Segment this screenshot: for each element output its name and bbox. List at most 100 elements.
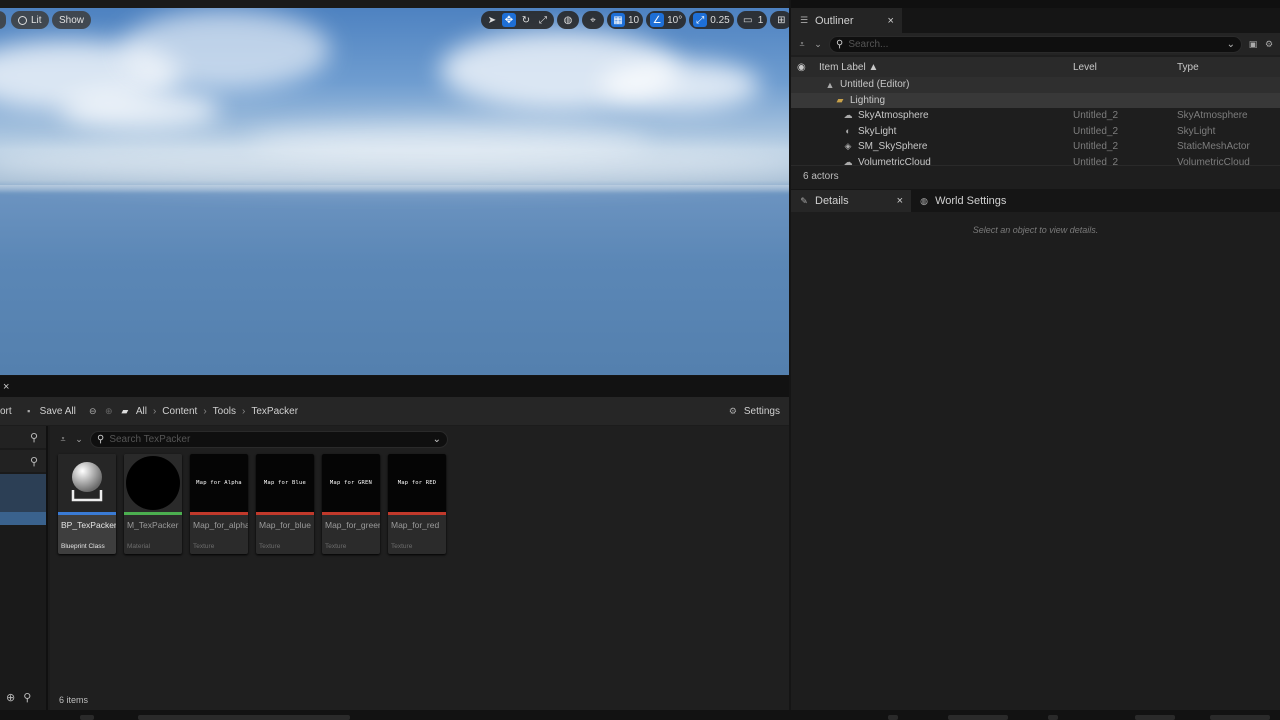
scale-snap-icon: ⤢ <box>693 13 708 27</box>
breadcrumb-content[interactable]: Content <box>162 406 197 417</box>
chevron-down-icon[interactable]: ⌄ <box>433 434 441 445</box>
selected-folder-row[interactable] <box>0 512 46 525</box>
asset-name: Map_for_alpha <box>193 520 248 530</box>
folder-icon: ▰ <box>121 405 129 416</box>
filter-icon[interactable]: ⩡ <box>797 39 807 49</box>
asset-name: BP_TexPacker <box>61 520 116 530</box>
tree-row-label: SM_SkySphere <box>858 141 928 153</box>
chevron-down-icon[interactable]: ⌄ <box>1227 39 1235 50</box>
texture-thumbnail: Map for RED <box>388 454 446 512</box>
asset-tile[interactable]: BP_TexPacker Blueprint Class <box>58 454 116 554</box>
column-item-label[interactable]: Item Label ▲ <box>813 62 1067 73</box>
details-panel: ✎ Details × ◍ World Settings Select an o… <box>791 190 1280 710</box>
import-button[interactable]: ort <box>0 406 12 417</box>
details-tabbar: ✎ Details × ◍ World Settings <box>791 190 1280 212</box>
breadcrumb-all[interactable]: All <box>136 406 147 417</box>
tab-details[interactable]: ✎ Details × <box>791 190 912 212</box>
asset-tile[interactable]: Map for GREN Map_for_green Texture <box>322 454 380 554</box>
console-input[interactable] <box>138 715 350 720</box>
status-bar-button[interactable] <box>1135 715 1175 720</box>
rotation-snap-group[interactable]: ∠ 10° <box>646 11 687 29</box>
collections-search-button[interactable]: ⚲ <box>0 450 46 472</box>
source-tree-selection[interactable] <box>0 474 46 512</box>
close-icon[interactable]: × <box>3 381 9 393</box>
status-bar-button[interactable] <box>888 715 898 720</box>
asset-tile[interactable]: Map for Alpha Map_for_alpha Texture <box>190 454 248 554</box>
viewport-layout-button[interactable]: ⊞ <box>770 11 789 29</box>
settings-button[interactable]: Settings <box>744 406 780 417</box>
tree-row-level: Untitled_2 <box>1073 125 1119 137</box>
coordinate-space-button[interactable]: ◍ <box>557 11 579 29</box>
asset-tile[interactable]: Map for RED Map_for_red Texture <box>388 454 446 554</box>
save-all-button[interactable]: Save All <box>40 406 76 417</box>
grid-snap-group[interactable]: ▦ 10 <box>607 11 644 29</box>
back-arrow-icon[interactable]: ⊖ <box>88 406 98 416</box>
viewport-options-button[interactable] <box>0 11 6 29</box>
status-bar-button[interactable] <box>80 715 94 720</box>
forward-arrow-icon[interactable]: ⊕ <box>104 406 114 416</box>
tree-row-actor[interactable]: ◈ SM_SkySphere Untitled_2 StaticMeshActor <box>791 139 1280 155</box>
material-sphere-icon <box>126 456 180 510</box>
lit-sphere-icon <box>18 15 27 25</box>
sky-atmosphere-icon: ☁ <box>843 110 853 121</box>
rotation-snap-value[interactable]: 10° <box>667 15 682 26</box>
asset-tile[interactable]: Map for Blue Map_for_blue Texture <box>256 454 314 554</box>
filter-icon[interactable]: ⩡ <box>58 434 68 444</box>
status-bar-button[interactable] <box>1210 715 1270 720</box>
asset-name: Map_for_green <box>325 520 380 530</box>
asset-search-input[interactable]: ⚲ Search TexPacker ⌄ <box>90 430 448 448</box>
layout-grid-icon: ⊞ <box>777 14 786 26</box>
tree-row-folder[interactable]: ▰ Lighting <box>791 92 1280 108</box>
tab-world-settings[interactable]: ◍ World Settings <box>911 190 1015 212</box>
content-browser-toolbar: ort ▪ Save All ⊖ ⊕ ▰ All › Content › Too… <box>0 397 789 425</box>
tree-row-actor[interactable]: ◐ SkyLight Untitled_2 SkyLight <box>791 124 1280 140</box>
outliner-search-input[interactable]: ⚲ Search... ⌄ <box>829 35 1242 53</box>
breadcrumb-tools[interactable]: Tools <box>213 406 236 417</box>
close-icon[interactable]: × <box>888 15 894 27</box>
sources-panel: ⚲ ⚲ ⊕ ⚲ <box>0 426 48 710</box>
column-level[interactable]: Level <box>1067 62 1171 73</box>
level-viewport[interactable]: Lit Show ➤ ✥ ↻ ⤢ ◍ ⌖ ▦ 10 ∠ 10° ⤢ 0.25 ▭ <box>0 0 789 375</box>
sources-search-button[interactable]: ⚲ <box>0 426 46 448</box>
camera-speed-value[interactable]: 1 <box>758 15 764 26</box>
tree-row-label: SkyAtmosphere <box>858 110 929 122</box>
gear-icon: ⚙ <box>728 405 737 416</box>
status-bar-button[interactable] <box>1048 715 1058 720</box>
scale-snap-group[interactable]: ⤢ 0.25 <box>689 11 734 29</box>
outliner-icon: ☰ <box>799 15 809 25</box>
visibility-eye-icon[interactable]: ◉ <box>791 62 813 73</box>
details-tab-label: Details <box>815 195 849 207</box>
show-button[interactable]: Show <box>52 11 92 29</box>
add-icon[interactable]: ⊕ <box>6 691 15 704</box>
tree-row-world[interactable]: ▲ Untitled (Editor) <box>791 77 1280 93</box>
camera-speed-group[interactable]: ▭ 1 <box>736 11 768 29</box>
outliner-search-row: ⩡ ⌄ ⚲ Search... ⌄ ▣ ⚙ <box>791 33 1280 55</box>
asset-tiles: BP_TexPacker Blueprint Class M_TexPacker… <box>50 454 789 554</box>
surface-snap-button[interactable]: ⌖ <box>582 11 604 29</box>
column-type[interactable]: Type <box>1171 62 1199 73</box>
view-mode-button[interactable]: Lit <box>11 11 49 29</box>
translate-icon[interactable]: ✥ <box>502 13 516 27</box>
close-icon[interactable]: × <box>897 195 903 207</box>
add-folder-icon[interactable]: ▣ <box>1248 39 1258 49</box>
surface-snap-icon: ⌖ <box>590 14 596 26</box>
status-bar <box>0 710 1280 720</box>
rotate-icon[interactable]: ↻ <box>519 13 533 27</box>
tab-outliner[interactable]: ☰ Outliner × <box>791 8 902 33</box>
gear-icon[interactable]: ⚙ <box>1264 39 1274 49</box>
breadcrumb-texpacker[interactable]: TexPacker <box>251 406 298 417</box>
chevron-down-icon[interactable]: ⌄ <box>813 39 823 49</box>
scale-icon[interactable]: ⤢ <box>536 13 550 27</box>
search-placeholder: Search... <box>848 38 889 50</box>
chevron-down-icon[interactable]: ⌄ <box>74 434 84 444</box>
tree-row-type: SkyAtmosphere <box>1177 110 1248 122</box>
tree-row-actor[interactable]: ☁ SkyAtmosphere Untitled_2 SkyAtmosphere <box>791 108 1280 124</box>
asset-type: Texture <box>193 543 215 550</box>
grid-snap-value[interactable]: 10 <box>628 15 639 26</box>
outliner-tabbar: ☰ Outliner × <box>791 0 1280 33</box>
asset-tile[interactable]: M_TexPacker Material <box>124 454 182 554</box>
search-icon[interactable]: ⚲ <box>23 691 31 704</box>
select-cursor-icon[interactable]: ➤ <box>485 13 499 27</box>
scale-snap-value[interactable]: 0.25 <box>710 15 729 26</box>
status-bar-button[interactable] <box>948 715 1008 720</box>
